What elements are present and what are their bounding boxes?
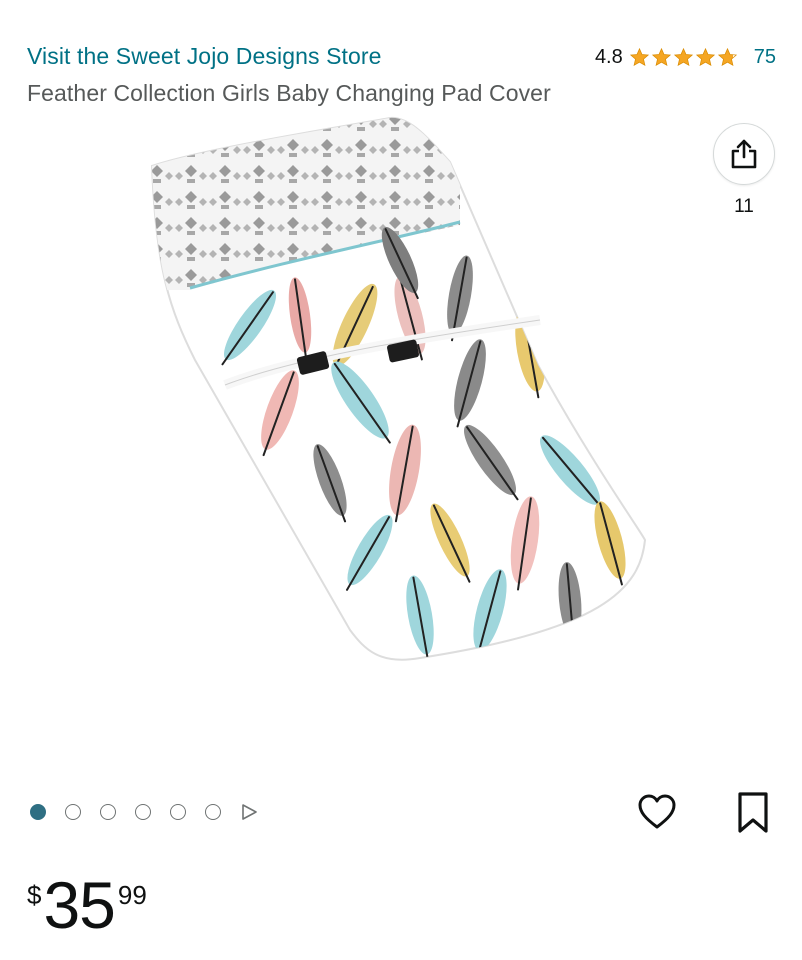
carousel-dot[interactable] bbox=[30, 804, 46, 820]
price-currency-symbol: $ bbox=[27, 880, 42, 910]
product-title: Feather Collection Girls Baby Changing P… bbox=[27, 80, 551, 106]
star-icon bbox=[673, 47, 693, 66]
price: $ 35 99 bbox=[27, 870, 147, 940]
carousel-dot[interactable] bbox=[170, 804, 186, 820]
bookmark-icon[interactable] bbox=[735, 791, 771, 835]
rating-value: 4.8 bbox=[594, 46, 623, 68]
star-icon bbox=[651, 47, 671, 66]
price-fraction: 99 bbox=[117, 880, 147, 910]
product-image[interactable] bbox=[140, 110, 660, 670]
image-carousel-dots[interactable] bbox=[30, 803, 258, 821]
store-link[interactable]: Visit the Sweet Jojo Designs Store bbox=[27, 43, 382, 70]
share-button[interactable] bbox=[713, 123, 775, 185]
rating-count[interactable]: 75 bbox=[754, 46, 776, 69]
price-whole: 35 bbox=[43, 868, 115, 942]
carousel-dot[interactable] bbox=[65, 804, 81, 820]
heart-icon[interactable] bbox=[636, 791, 678, 833]
rating-stars bbox=[629, 47, 738, 68]
carousel-dot[interactable] bbox=[205, 804, 221, 820]
carousel-dot[interactable] bbox=[135, 804, 151, 820]
star-icon bbox=[629, 47, 649, 66]
rating-summary[interactable]: 4.8 75 bbox=[595, 46, 776, 69]
share-count: 11 bbox=[734, 196, 754, 217]
star-icon bbox=[717, 47, 737, 66]
carousel-dot[interactable] bbox=[100, 804, 116, 820]
play-icon[interactable] bbox=[240, 803, 258, 821]
star-icon bbox=[695, 47, 715, 66]
share-icon bbox=[731, 139, 757, 169]
